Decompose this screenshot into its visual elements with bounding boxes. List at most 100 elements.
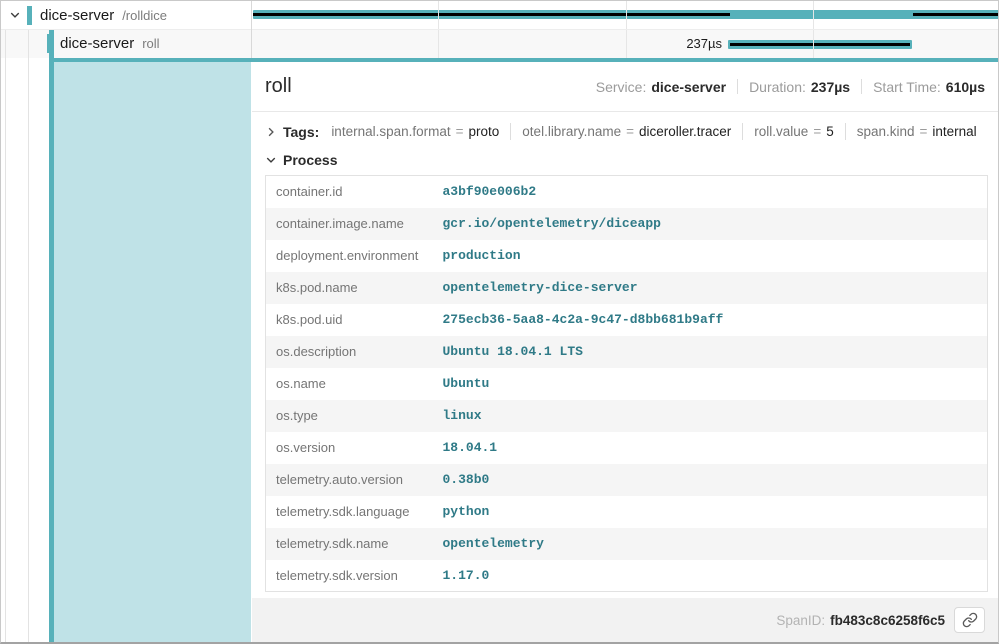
field-value: gcr.io/opentelemetry/diceapp: [437, 208, 988, 240]
field-value: Ubuntu: [437, 368, 988, 400]
stat-divider: [861, 79, 862, 94]
field-value: 1.17.0: [437, 560, 988, 592]
trace-span-row-selected[interactable]: dice-server roll 237µs: [1, 29, 999, 58]
table-row: telemetry.auto.version0.38b0: [266, 464, 988, 496]
table-row: os.nameUbuntu: [266, 368, 988, 400]
tag-equals: =: [626, 124, 634, 139]
table-row: container.ida3bf90e006b2: [266, 176, 988, 208]
span-name-cell[interactable]: dice-server roll: [1, 29, 251, 58]
critical-path-segment: [253, 13, 730, 16]
field-value: Ubuntu 18.04.1 LTS: [437, 336, 988, 368]
field-key: deployment.environment: [266, 240, 437, 272]
span-detail-header: roll Service: dice-server Duration: 237µ…: [252, 62, 998, 112]
duration-stat-label: Duration:: [749, 79, 806, 95]
table-row: telemetry.sdk.languagepython: [266, 496, 988, 528]
span-duration-label: 237µs: [251, 29, 722, 58]
tag-divider: [742, 123, 743, 140]
span-bar-child[interactable]: [728, 40, 912, 49]
table-row: os.version18.04.1: [266, 432, 988, 464]
span-detail-title: roll: [265, 75, 292, 98]
tag-value: proto: [469, 124, 500, 139]
table-row: os.descriptionUbuntu 18.04.1 LTS: [266, 336, 988, 368]
field-key: telemetry.sdk.name: [266, 528, 437, 560]
chevron-down-icon: [265, 154, 277, 166]
field-value: 0.38b0: [437, 464, 988, 496]
stat-divider: [737, 79, 738, 94]
field-key: os.type: [266, 400, 437, 432]
duration-stat-value: 237µs: [811, 79, 850, 95]
service-stat-label: Service:: [596, 79, 647, 95]
tag-value: diceroller.tracer: [639, 124, 731, 139]
process-section-toggle[interactable]: Process: [252, 149, 998, 173]
tags-section-toggle[interactable]: Tags: internal.span.format = proto otel.…: [252, 112, 998, 149]
process-label: Process: [283, 152, 337, 168]
tag-value: 5: [826, 124, 834, 139]
jaeger-trace-detail-view: dice-server /rolldice dice-server roll 2…: [0, 0, 999, 644]
tag-key: roll.value: [754, 124, 808, 139]
field-key: telemetry.auto.version: [266, 464, 437, 496]
link-icon: [962, 612, 978, 628]
span-id-label: SpanID:: [776, 613, 825, 628]
operation-name: /rolldice: [122, 8, 167, 23]
row-divider: [1, 29, 999, 30]
field-key: k8s.pod.uid: [266, 304, 437, 336]
field-key: container.image.name: [266, 208, 437, 240]
critical-path-segment: [913, 13, 999, 16]
tags-label: Tags:: [283, 124, 319, 140]
field-key: os.name: [266, 368, 437, 400]
table-row: deployment.environmentproduction: [266, 240, 988, 272]
span-detail-footer: SpanID: fb483c8c6258f6c5: [252, 598, 998, 642]
field-key: telemetry.sdk.language: [266, 496, 437, 528]
field-key: os.version: [266, 432, 437, 464]
span-timeline-cell: [251, 1, 999, 29]
table-row: telemetry.sdk.version1.17.0: [266, 560, 988, 592]
tag-equals: =: [920, 124, 928, 139]
deep-link-button[interactable]: [954, 607, 985, 633]
indent-guide: [5, 30, 6, 642]
tag-equals: =: [456, 124, 464, 139]
field-key: os.description: [266, 336, 437, 368]
process-table: container.ida3bf90e006b2 container.image…: [265, 175, 988, 592]
table-row: telemetry.sdk.nameopentelemetry: [266, 528, 988, 560]
span-name-cell[interactable]: dice-server /rolldice: [1, 1, 251, 29]
tag-divider: [845, 123, 846, 140]
span-detail-stats: Service: dice-server Duration: 237µs Sta…: [596, 79, 985, 95]
field-value: opentelemetry-dice-server: [437, 272, 988, 304]
tag-key: otel.library.name: [522, 124, 621, 139]
tag-key: internal.span.format: [331, 124, 450, 139]
start-time-stat-label: Start Time:: [873, 79, 941, 95]
field-value: 18.04.1: [437, 432, 988, 464]
field-key: k8s.pod.name: [266, 272, 437, 304]
tag-key: span.kind: [857, 124, 915, 139]
field-value: python: [437, 496, 988, 528]
span-detail-panel: roll Service: dice-server Duration: 237µ…: [252, 62, 998, 642]
column-divider: [251, 1, 252, 58]
span-timeline-cell: 237µs: [251, 29, 999, 58]
table-row: container.image.namegcr.io/opentelemetry…: [266, 208, 988, 240]
table-row: k8s.pod.uid275ecb36-5aa8-4c2a-9c47-d8bb6…: [266, 304, 988, 336]
field-key: telemetry.sdk.version: [266, 560, 437, 592]
operation-name: roll: [142, 36, 159, 51]
field-value: linux: [437, 400, 988, 432]
span-id-value: fb483c8c6258f6c5: [830, 613, 945, 628]
critical-path-segment: [730, 43, 910, 46]
table-row: os.typelinux: [266, 400, 988, 432]
tag-equals: =: [813, 124, 821, 139]
field-value: opentelemetry: [437, 528, 988, 560]
selected-span-highlight: [54, 58, 251, 642]
chevron-right-icon: [265, 126, 277, 138]
field-key: container.id: [266, 176, 437, 208]
service-stat-value: dice-server: [651, 79, 726, 95]
tag-value: internal: [932, 124, 976, 139]
chevron-down-icon[interactable]: [9, 9, 21, 21]
field-value: a3bf90e006b2: [437, 176, 988, 208]
start-time-stat-value: 610µs: [946, 79, 985, 95]
field-value: 275ecb36-5aa8-4c2a-9c47-d8bb681b9aff: [437, 304, 988, 336]
service-name: dice-server: [60, 35, 134, 52]
trace-span-row-parent[interactable]: dice-server /rolldice: [1, 1, 999, 29]
span-color-accent: [27, 6, 32, 25]
table-row: k8s.pod.nameopentelemetry-dice-server: [266, 272, 988, 304]
field-value: production: [437, 240, 988, 272]
service-name: dice-server: [40, 7, 114, 24]
tag-divider: [510, 123, 511, 140]
